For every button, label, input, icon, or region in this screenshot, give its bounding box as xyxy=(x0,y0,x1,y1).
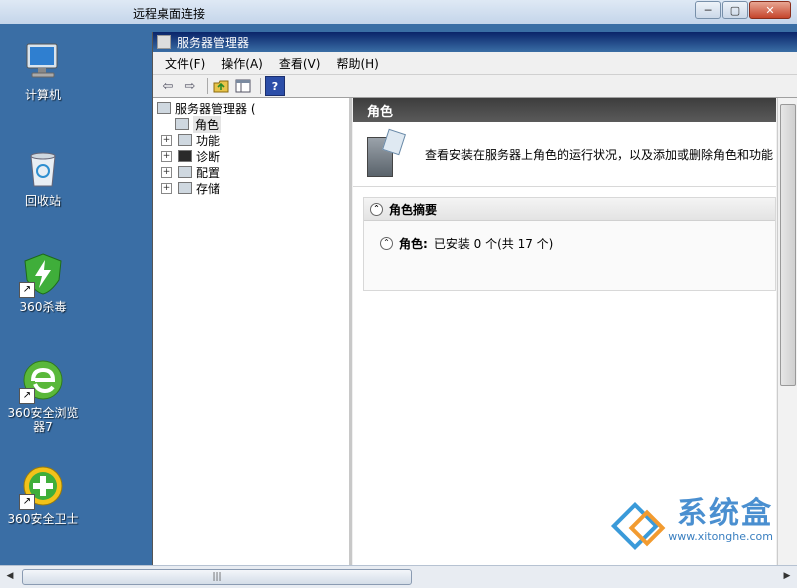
expand-icon[interactable]: + xyxy=(161,150,172,162)
show-hide-console-tree-icon[interactable] xyxy=(234,77,252,95)
roles-description-area: 查看安装在服务器上角色的运行状况，以及添加或删除角色和功能 xyxy=(353,122,776,187)
desktop-icon-360-security[interactable]: ↗ 360安全卫士 xyxy=(3,464,83,526)
up-folder-icon[interactable] xyxy=(212,77,230,95)
expand-icon[interactable]: + xyxy=(161,134,172,146)
diagnostics-icon xyxy=(178,150,192,162)
tree-item-label: 配置 xyxy=(196,165,221,180)
server-manager-icon xyxy=(157,35,171,49)
roles-summary-body: ⌃ 角色: 已安装 0 个(共 17 个) xyxy=(364,221,775,252)
computer-icon xyxy=(21,40,65,84)
server-manager-window: 服务器管理器 文件(F) 操作(A) 查看(V) 帮助(H) ⇦ ⇨ ? 服务器… xyxy=(152,32,797,567)
tree-item-label: 角色 xyxy=(193,115,222,133)
minimize-button[interactable]: ─ xyxy=(695,1,721,19)
desktop-icon-label: 360安全卫士 xyxy=(7,512,79,526)
roles-header: 角色 xyxy=(353,98,776,122)
menu-view[interactable]: 查看(V) xyxy=(279,55,321,72)
roles-summary-title: 角色摘要 xyxy=(389,202,438,217)
collapse-icon[interactable]: ⌃ xyxy=(370,202,383,216)
server-roles-icon xyxy=(365,128,406,177)
vertical-scrollbar[interactable] xyxy=(777,98,797,567)
roles-icon xyxy=(175,118,189,130)
desktop-icon-label: 360安全浏览器7 xyxy=(7,406,79,434)
help-icon[interactable]: ? xyxy=(265,76,285,96)
horizontal-scrollbar-thumb[interactable]: ||| xyxy=(22,569,412,585)
features-icon xyxy=(178,134,192,146)
console-tree: 服务器管理器 ( 角色 + 功能 + 诊断 + 配置 + 存储 xyxy=(153,98,352,567)
desktop-icon-computer[interactable]: 计算机 xyxy=(3,40,83,102)
tree-item-label: 诊断 xyxy=(196,149,221,164)
desktop-icon-label: 计算机 xyxy=(24,88,61,102)
tree-item-label: 存储 xyxy=(196,181,221,196)
server-manager-title: 服务器管理器 xyxy=(177,35,250,50)
desktop-icon-label: 回收站 xyxy=(24,194,61,208)
expand-icon[interactable]: + xyxy=(161,166,172,178)
tree-item-label: 服务器管理器 ( xyxy=(175,101,256,116)
360-browser-icon: ↗ xyxy=(19,358,65,404)
roles-description: 查看安装在服务器上角色的运行状况，以及添加或删除角色和功能 xyxy=(425,147,774,162)
tree-item-storage[interactable]: + 存储 xyxy=(161,180,220,196)
roles-summary-label: 角色: xyxy=(399,237,428,251)
collapse-icon[interactable]: ⌃ xyxy=(380,237,393,250)
roles-summary-section: ⌃ 角色摘要 ⌃ 角色: 已安装 0 个(共 17 个) xyxy=(363,197,776,291)
rdp-window-title: 远程桌面连接 xyxy=(133,7,206,21)
remote-desktop: 计算机 回收站 ↗ 360杀毒 ↗ 360安全浏览器7 ↗ 360安全卫士 服务… xyxy=(0,24,797,567)
storage-icon xyxy=(178,182,192,194)
menu-action[interactable]: 操作(A) xyxy=(221,55,263,72)
menu-bar: 文件(F) 操作(A) 查看(V) 帮助(H) xyxy=(153,52,797,75)
tree-item-label: 功能 xyxy=(196,133,221,148)
roles-summary-header[interactable]: ⌃ 角色摘要 xyxy=(364,198,775,221)
roles-summary-value: 已安装 0 个(共 17 个) xyxy=(433,237,554,251)
watermark-logo-icon xyxy=(611,501,666,551)
expand-icon[interactable]: + xyxy=(161,182,172,194)
menu-file[interactable]: 文件(F) xyxy=(165,55,205,72)
vertical-scrollbar-thumb[interactable] xyxy=(780,104,796,386)
desktop-icon-recycle-bin[interactable]: 回收站 xyxy=(3,146,83,208)
scroll-right-icon[interactable]: ▶ xyxy=(779,569,795,583)
horizontal-scrollbar[interactable]: ◀ ||| ▶ xyxy=(0,565,797,588)
tree-item-roles[interactable]: 角色 xyxy=(175,115,222,133)
watermark-url: www.xitonghe.com xyxy=(668,530,773,543)
window-controls: ─ ▢ ✕ xyxy=(694,1,791,19)
tree-item-server-manager[interactable]: 服务器管理器 ( xyxy=(157,100,256,116)
tree-item-configuration[interactable]: + 配置 xyxy=(161,164,220,180)
rdp-titlebar[interactable]: 远程桌面连接 ─ ▢ ✕ xyxy=(0,0,797,25)
desktop-icon-360-browser[interactable]: ↗ 360安全浏览器7 xyxy=(3,358,83,434)
toolbar: ⇦ ⇨ ? xyxy=(153,75,797,98)
toolbar-separator xyxy=(207,78,208,94)
tree-item-features[interactable]: + 功能 xyxy=(161,132,220,148)
close-button[interactable]: ✕ xyxy=(749,1,791,19)
toolbar-separator xyxy=(260,78,261,94)
tree-item-diagnostics[interactable]: + 诊断 xyxy=(161,148,220,164)
360-security-icon: ↗ xyxy=(19,464,65,510)
recycle-bin-icon xyxy=(21,146,65,190)
configuration-icon xyxy=(178,166,192,178)
desktop-icon-360-antivirus[interactable]: ↗ 360杀毒 xyxy=(3,252,83,314)
360-antivirus-icon: ↗ xyxy=(19,252,65,298)
scroll-left-icon[interactable]: ◀ xyxy=(2,569,18,583)
server-manager-titlebar[interactable]: 服务器管理器 xyxy=(153,32,797,52)
desktop-icon-label: 360杀毒 xyxy=(19,300,67,314)
back-arrow-icon[interactable]: ⇦ xyxy=(159,77,177,95)
forward-arrow-icon[interactable]: ⇨ xyxy=(181,77,199,95)
shortcut-arrow-icon: ↗ xyxy=(19,388,35,404)
shortcut-arrow-icon: ↗ xyxy=(19,494,35,510)
watermark-title: 系统盒 xyxy=(677,496,773,531)
shortcut-arrow-icon: ↗ xyxy=(19,282,35,298)
menu-help[interactable]: 帮助(H) xyxy=(336,55,378,72)
maximize-button[interactable]: ▢ xyxy=(722,1,748,19)
watermark: 系统盒 www.xitonghe.com xyxy=(611,496,773,551)
server-manager-node-icon xyxy=(157,102,171,114)
